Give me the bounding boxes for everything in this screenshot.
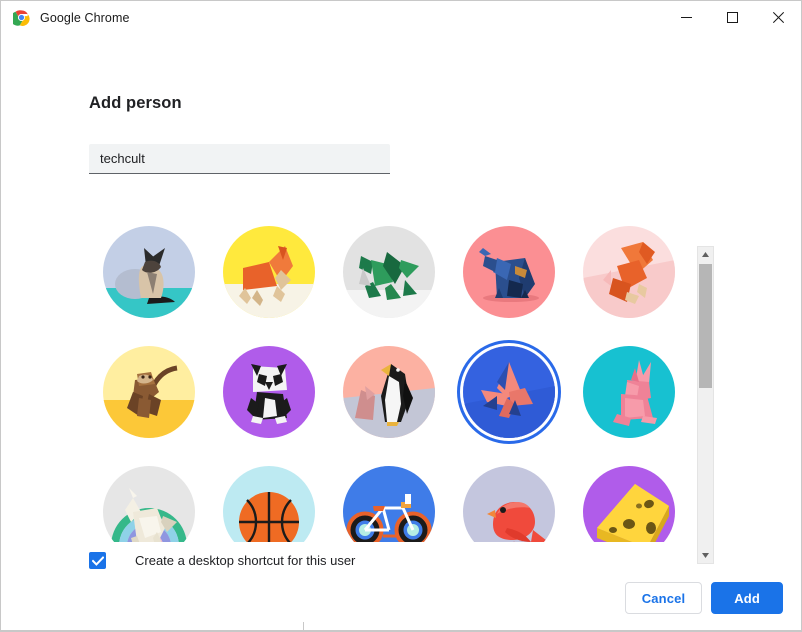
origami-cat-icon <box>103 226 195 318</box>
avatar-grid-scrollbar[interactable] <box>697 246 714 564</box>
scroll-up-icon[interactable] <box>698 247 713 262</box>
red-bird-icon <box>463 466 555 542</box>
chrome-logo-icon <box>10 9 30 26</box>
avatar-option-bicycle[interactable] <box>329 452 449 542</box>
chrome-add-person-window: Google Chrome Add person techcult Create… <box>0 0 802 632</box>
origami-rabbit-icon <box>583 346 675 438</box>
window-bottom-border <box>1 630 801 631</box>
desktop-shortcut-label: Create a desktop shortcut for this user <box>135 553 356 568</box>
scroll-down-icon[interactable] <box>698 548 713 563</box>
avatar-option-origami-dog[interactable] <box>209 212 329 332</box>
add-person-dialog: Add person techcult Create a desktop sho… <box>1 34 801 631</box>
avatar-option-origami-unicorn[interactable] <box>89 452 209 542</box>
bicycle-icon <box>343 466 435 542</box>
window-title: Google Chrome <box>40 10 130 25</box>
origami-unicorn-icon <box>103 466 195 542</box>
origami-butterfly-icon <box>463 346 555 438</box>
cancel-button[interactable]: Cancel <box>624 582 703 614</box>
origami-penguin-icon <box>343 346 435 438</box>
origami-dog-icon <box>223 226 315 318</box>
avatar-option-cheese[interactable] <box>569 452 689 542</box>
avatar-grid <box>89 212 689 542</box>
avatar-option-origami-monkey[interactable] <box>89 332 209 452</box>
avatar-option-origami-rabbit[interactable] <box>569 332 689 452</box>
avatar-grid-items <box>89 212 689 542</box>
title-bar: Google Chrome <box>1 1 801 34</box>
desktop-shortcut-row: Create a desktop shortcut for this user <box>89 552 355 569</box>
avatar-option-origami-butterfly[interactable] <box>449 332 569 452</box>
window-controls <box>663 1 801 34</box>
maximize-icon[interactable] <box>709 1 755 34</box>
origami-dragon-icon <box>343 226 435 318</box>
avatar-option-origami-penguin[interactable] <box>329 332 449 452</box>
avatar-option-origami-fox[interactable] <box>569 212 689 332</box>
avatar-option-basketball[interactable] <box>209 452 329 542</box>
cheese-icon <box>583 466 675 542</box>
origami-panda-icon <box>223 346 315 438</box>
avatar-option-origami-elephant[interactable] <box>449 212 569 332</box>
add-button[interactable]: Add <box>711 582 783 614</box>
basketball-icon <box>223 466 315 542</box>
minimize-icon[interactable] <box>663 1 709 34</box>
avatar-option-red-bird[interactable] <box>449 452 569 542</box>
avatar-option-origami-dragon[interactable] <box>329 212 449 332</box>
origami-monkey-icon <box>103 346 195 438</box>
window-bottom-tick <box>303 622 304 631</box>
dialog-footer: Cancel Add <box>624 582 783 614</box>
desktop-shortcut-checkbox[interactable] <box>89 552 106 569</box>
avatar-option-origami-cat[interactable] <box>89 212 209 332</box>
origami-elephant-icon <box>463 226 555 318</box>
origami-fox-icon <box>583 226 675 318</box>
page-title: Add person <box>89 94 182 112</box>
scrollbar-thumb[interactable] <box>699 264 712 388</box>
person-name-input[interactable] <box>89 144 390 174</box>
avatar-option-origami-panda[interactable] <box>209 332 329 452</box>
close-icon[interactable] <box>755 1 801 34</box>
